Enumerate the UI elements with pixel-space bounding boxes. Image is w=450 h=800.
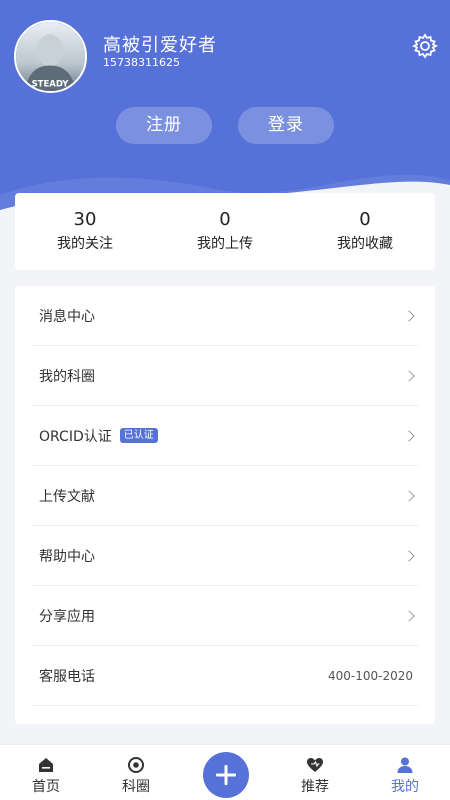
menu-item-share[interactable]: 分享应用 (31, 586, 419, 646)
heart-icon (307, 758, 323, 772)
tab-mine[interactable]: 我的 (370, 745, 440, 800)
tab-recommend[interactable]: 推荐 (280, 745, 350, 800)
menu-item-messages[interactable]: 消息中心 (31, 286, 419, 346)
menu-item-help[interactable]: 帮助中心 (31, 526, 419, 586)
home-icon (39, 758, 53, 772)
login-button[interactable]: 登录 (238, 107, 334, 144)
phone-number: 15738311625 (103, 56, 180, 69)
chevron-right-icon (403, 309, 415, 322)
menu-item-service-phone[interactable]: 客服电话 400-100-2020 (31, 646, 419, 706)
menu-item-orcid[interactable]: ORCID认证 已认证 (31, 406, 419, 466)
avatar-image: STEADY (16, 22, 85, 91)
settings-gear-icon[interactable] (410, 31, 440, 61)
stats-card: 30 我的关注 0 我的上传 0 我的收藏 (15, 193, 435, 270)
menu-item-label: 分享应用 (39, 608, 95, 625)
menu-item-upload-papers[interactable]: 上传文献 (31, 466, 419, 526)
tab-home[interactable]: 首页 (11, 745, 81, 800)
tab-label: 推荐 (301, 779, 329, 795)
menu-item-label: 我的科圈 (39, 368, 95, 385)
avatar[interactable]: STEADY (14, 20, 87, 93)
chevron-right-icon (403, 429, 415, 442)
menu-item-label: 帮助中心 (39, 548, 95, 565)
menu-item-my-circle[interactable]: 我的科圈 (31, 346, 419, 406)
menu-item-label: 客服电话 (39, 668, 95, 685)
chevron-right-icon (403, 609, 415, 622)
menu-item-label: 消息中心 (39, 308, 95, 325)
stat-value: 0 (359, 209, 371, 230)
stat-label: 我的关注 (57, 236, 113, 252)
stat-value: 0 (219, 209, 231, 230)
tab-label: 科圈 (122, 779, 150, 795)
chevron-right-icon (403, 369, 415, 382)
tab-circle[interactable]: 科圈 (101, 745, 171, 800)
stat-label: 我的收藏 (337, 236, 393, 252)
tab-label: 首页 (32, 779, 60, 795)
tab-label: 我的 (391, 779, 419, 795)
chevron-right-icon (403, 549, 415, 562)
stat-label: 我的上传 (197, 236, 253, 252)
circle-target-icon (128, 757, 144, 773)
chevron-right-icon (403, 489, 415, 502)
stat-uploads[interactable]: 0 我的上传 (155, 193, 295, 270)
menu-item-label: ORCID认证 (39, 428, 112, 445)
plus-icon (216, 765, 236, 785)
stat-favorites[interactable]: 0 我的收藏 (295, 193, 435, 270)
svg-text:STEADY: STEADY (32, 79, 70, 89)
username: 高被引爱好者 (103, 35, 217, 56)
stat-following[interactable]: 30 我的关注 (15, 193, 155, 270)
stat-value: 30 (73, 209, 97, 230)
register-button[interactable]: 注册 (116, 107, 212, 144)
menu-card: 消息中心 我的科圈 ORCID认证 已认证 上传文献 帮助中心 分享应用 客服电… (15, 286, 435, 724)
add-button[interactable] (203, 752, 249, 798)
menu-item-label: 上传文献 (39, 488, 95, 505)
user-icon (397, 757, 413, 773)
verified-badge: 已认证 (119, 428, 158, 443)
service-phone-number: 400-100-2020 (327, 668, 413, 683)
